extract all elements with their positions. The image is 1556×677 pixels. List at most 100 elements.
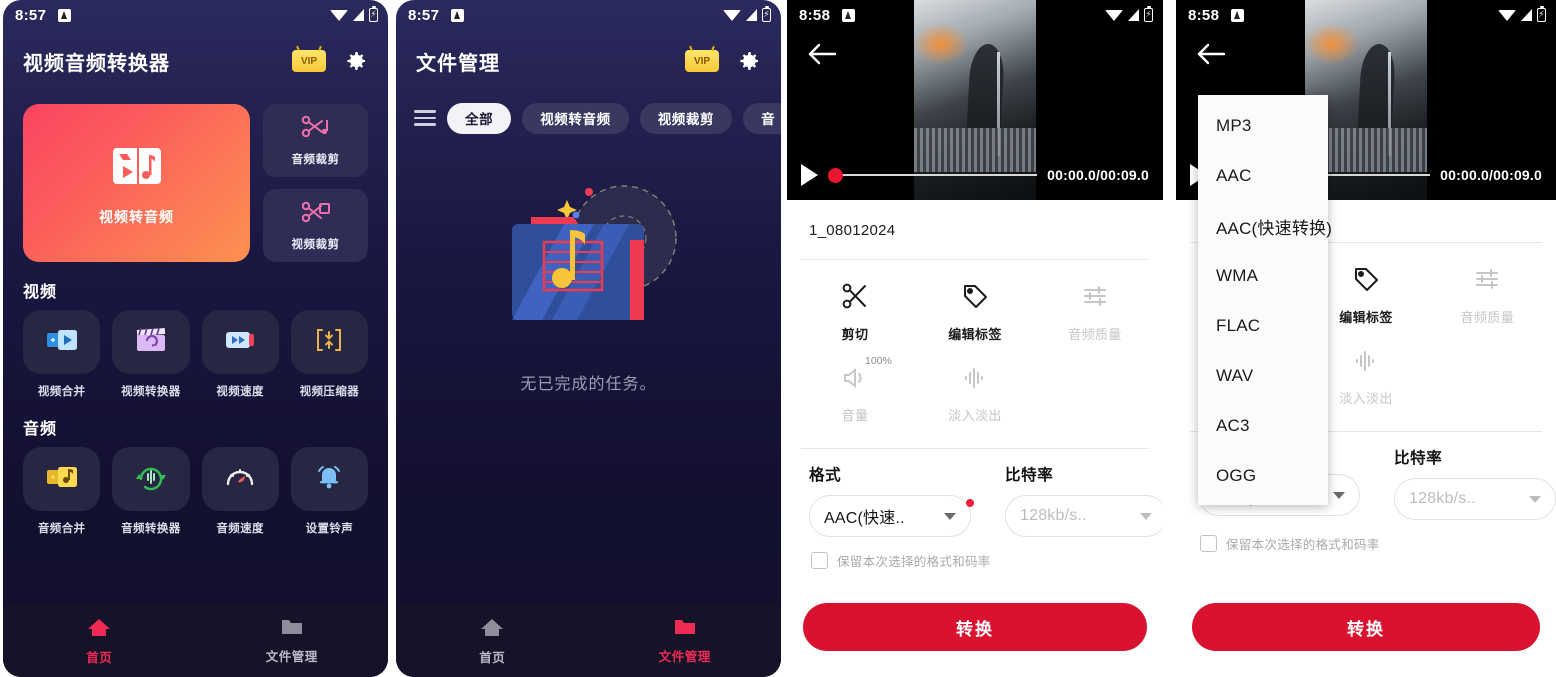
gear-icon[interactable] (344, 49, 368, 73)
player-time: 00:00.0/00:09.0 (1440, 167, 1542, 183)
tool-empty-slot (1427, 340, 1548, 421)
chevron-down-icon (944, 512, 956, 520)
tool-row-2: 100% 音量 淡入淡出 (795, 355, 1155, 438)
app-bar: 文件管理 VIP (396, 30, 781, 92)
tool-video-compressor[interactable]: 视频压缩器 (290, 310, 368, 399)
seek-bar[interactable] (828, 166, 1038, 184)
tile-label: 音频合并 (37, 523, 86, 535)
filter-chip-partial[interactable]: 音 (743, 102, 781, 134)
tile[interactable] (112, 310, 190, 374)
convert-button[interactable]: 转换 (1192, 603, 1540, 651)
tool-video-merge[interactable]: 视频合并 (23, 310, 101, 399)
tile[interactable] (23, 447, 101, 511)
hero-label: 视频转音频 (99, 208, 174, 225)
tool-edit-tags[interactable]: 编辑标签 (915, 274, 1035, 357)
keep-settings-checkbox[interactable] (1200, 535, 1217, 552)
tool-video-converter[interactable]: 视频转换器 (112, 310, 190, 399)
format-label: 格式 (809, 467, 842, 484)
tool-audio-merge[interactable]: 音频合并 (23, 447, 101, 536)
tool-volume[interactable]: 100% 音量 (795, 355, 915, 438)
tool-audio-quality[interactable]: 音频质量 (1427, 257, 1548, 340)
back-arrow-icon[interactable] (1196, 42, 1226, 71)
tool-cut[interactable]: 剪切 (795, 274, 915, 357)
keep-settings-checkbox[interactable] (811, 552, 828, 569)
keep-settings-row[interactable]: 保留本次选择的格式和码率 (787, 537, 1163, 570)
nav-label: 文件管理 (658, 650, 711, 664)
player-time: 00:00.0/00:09.0 (1047, 167, 1149, 183)
tile[interactable] (23, 310, 101, 374)
tool-label: 音频质量 (1068, 327, 1122, 342)
video-trim-button[interactable]: 视频裁剪 (263, 189, 368, 262)
tool-empty-slot (1035, 357, 1155, 438)
home-icon (87, 617, 111, 642)
hero-video-to-audio-button[interactable]: 视频转音频 (23, 104, 250, 262)
empty-folder-music-illustration (474, 180, 704, 360)
folder-icon (280, 617, 304, 641)
player-controls: 00:00.0/00:09.0 (787, 158, 1163, 192)
seek-thumb[interactable] (828, 167, 843, 183)
menu-icon[interactable] (414, 110, 436, 126)
tool-label: 编辑标签 (1339, 310, 1393, 325)
chevron-down-icon (1140, 512, 1152, 520)
vip-badge[interactable]: VIP (685, 50, 719, 72)
vip-badge[interactable]: VIP (292, 50, 326, 72)
tool-video-speed[interactable]: 视频速度 (201, 310, 279, 399)
tool-audio-quality[interactable]: 音频质量 (1035, 274, 1155, 357)
tool-row-1: 剪切 编辑标签 音频质量 (795, 274, 1155, 357)
nav-item-home[interactable]: 首页 (396, 617, 589, 666)
dropdown-option-ogg[interactable]: OGG (1198, 451, 1328, 501)
tool-audio-converter[interactable]: 音频转换器 (112, 447, 190, 536)
nav-item-files[interactable]: 文件管理 (589, 617, 782, 665)
filter-chip-all[interactable]: 全部 (447, 102, 512, 134)
video-to-audio-icon (109, 140, 165, 195)
tile[interactable] (201, 447, 279, 511)
format-select[interactable]: AAC(快速.. (809, 495, 974, 537)
tile[interactable] (201, 310, 279, 374)
status-icons (1498, 0, 1546, 30)
bitrate-select[interactable]: 128kb/s.. (1005, 495, 1163, 537)
dropdown-option-ac3[interactable]: AC3 (1198, 401, 1328, 451)
tile[interactable] (290, 310, 368, 374)
keep-settings-row[interactable]: 保留本次选择的格式和码率 (1176, 520, 1556, 553)
convert-button[interactable]: 转换 (803, 603, 1147, 651)
play-button[interactable] (801, 164, 818, 186)
dropdown-option-mp3[interactable]: MP3 (1198, 101, 1328, 151)
chevron-down-icon (1529, 495, 1541, 503)
tool-set-ringtone[interactable]: 设置铃声 (290, 447, 368, 536)
bottom-navigation: 首页 文件管理 (396, 605, 781, 677)
tool-audio-speed[interactable]: 音频速度 (201, 447, 279, 536)
empty-state-text: 无已完成的任务。 (520, 376, 657, 393)
video-section-title: 视频 (23, 284, 58, 301)
dropdown-option-flac[interactable]: FLAC (1198, 301, 1328, 351)
gear-icon[interactable] (737, 49, 761, 73)
tile-label: 视频压缩器 (299, 386, 360, 398)
battery-icon (1144, 5, 1153, 22)
dropdown-option-aac[interactable]: AAC (1198, 151, 1328, 201)
video-merge-icon (45, 327, 79, 358)
quick-actions: 视频转音频 音频裁剪 视频裁剪 (3, 92, 388, 262)
tile[interactable] (112, 447, 190, 511)
seek-track (838, 173, 1038, 177)
bitrate-select[interactable]: 128kb/s.. (1394, 478, 1556, 520)
battery-icon (369, 5, 378, 22)
new-indicator-dot (966, 499, 974, 507)
video-convert-icon (134, 326, 168, 359)
folder-icon (673, 617, 697, 641)
tool-fade[interactable]: 淡入淡出 (915, 357, 1035, 438)
nav-item-files[interactable]: 文件管理 (196, 617, 389, 665)
audio-trim-button[interactable]: 音频裁剪 (263, 104, 368, 177)
dropdown-option-aac-fast[interactable]: AAC(快速转换) (1198, 201, 1332, 251)
nav-item-home[interactable]: 首页 (3, 617, 196, 666)
audio-convert-icon (135, 463, 167, 496)
back-arrow-icon[interactable] (807, 42, 837, 71)
tile[interactable] (290, 447, 368, 511)
filter-chip-video-to-audio[interactable]: 视频转音频 (522, 102, 629, 134)
notification-app-icon (842, 8, 856, 22)
nav-label: 首页 (479, 650, 506, 665)
dropdown-option-wav[interactable]: WAV (1198, 351, 1328, 401)
video-compress-icon (313, 327, 345, 358)
filter-chip-video-trim[interactable]: 视频裁剪 (639, 102, 733, 134)
dropdown-option-wma[interactable]: WMA (1198, 251, 1328, 301)
status-icons (1105, 0, 1153, 30)
video-player[interactable]: 8:58 00:00.0/00:09.0 (787, 0, 1163, 200)
